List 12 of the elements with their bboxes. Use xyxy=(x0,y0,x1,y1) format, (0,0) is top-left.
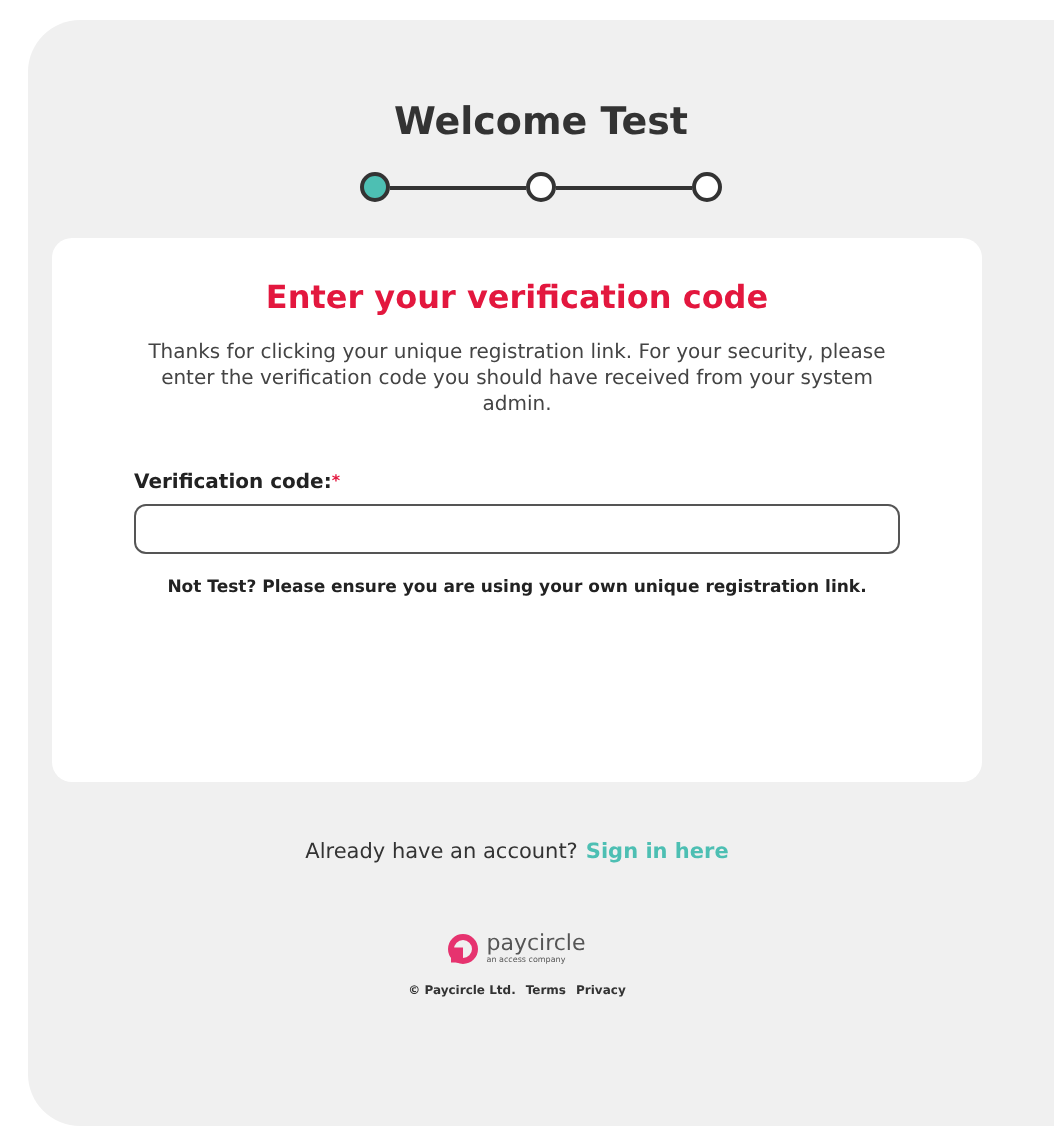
step-connector xyxy=(390,185,526,189)
field-label: Verification code: xyxy=(134,472,332,494)
required-mark: * xyxy=(331,472,341,490)
logo-icon xyxy=(448,933,479,963)
card-heading: Enter your verification code xyxy=(265,278,769,316)
signin-prompt: Already have an account? xyxy=(305,840,578,864)
step-connector xyxy=(556,185,692,189)
intro-text: Thanks for clicking your unique registration link. For your security, please enter the verification code you should have received from your system admin. xyxy=(146,340,888,418)
page-title: Welcome Test xyxy=(393,100,688,144)
note-text: Not Test? Please ensure you are using your own unique registration link. xyxy=(167,578,867,598)
logo-name: paycircle xyxy=(486,932,586,954)
input-field[interactable] xyxy=(134,504,900,554)
